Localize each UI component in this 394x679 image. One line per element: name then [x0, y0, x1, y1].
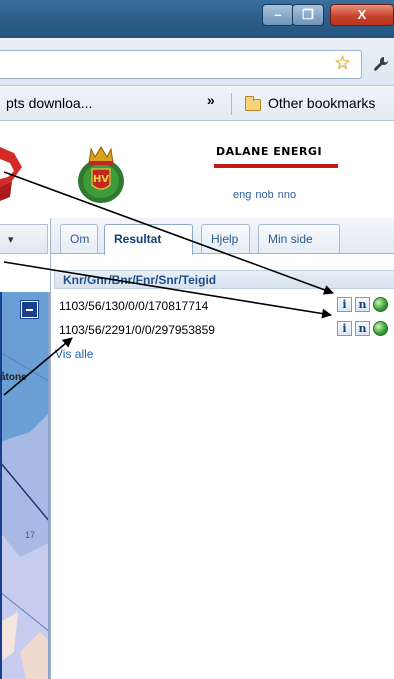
info-icon[interactable]: i: [337, 297, 352, 312]
globe-icon[interactable]: [373, 297, 388, 312]
globe-icon[interactable]: [373, 321, 388, 336]
bookmark-item[interactable]: pts downloa...: [6, 95, 92, 111]
collapse-icon[interactable]: [20, 300, 39, 319]
bookmarks-overflow-chevron[interactable]: »: [207, 92, 215, 108]
tab-bar: Om Resultat Hjelp Min side: [51, 218, 394, 255]
lang-link-nno[interactable]: nno: [278, 189, 296, 201]
bookmarks-bar: pts downloa... » Other bookmarks: [0, 87, 394, 121]
property-id: 1103/56/2291/0/0/297953859: [59, 323, 215, 337]
window-titlebar: – ❐ X: [0, 0, 394, 38]
close-button[interactable]: X: [330, 4, 394, 26]
brand-title: DALANE ENERGI: [216, 145, 323, 158]
content-panel: Om Resultat Hjelp Min side Knr/Gnr/Bnr/F…: [50, 218, 394, 679]
brand-underline: [214, 164, 338, 168]
maximize-button[interactable]: ❐: [292, 4, 324, 26]
map-background: [0, 292, 50, 679]
other-bookmarks-button[interactable]: Other bookmarks: [268, 95, 375, 111]
map-number-label: 17: [25, 530, 36, 540]
show-all-link[interactable]: Vis alle: [55, 347, 93, 361]
bookmark-star-icon[interactable]: ☆: [334, 52, 351, 75]
minimize-button[interactable]: –: [262, 4, 294, 26]
minimize-icon: –: [274, 7, 282, 22]
wrench-icon: [374, 57, 388, 71]
address-bar-row: ☆: [0, 38, 394, 86]
url-input[interactable]: [0, 50, 362, 79]
hv-emblem-icon: HV: [78, 146, 124, 203]
lang-link-nob[interactable]: nob: [255, 189, 273, 201]
coat-of-arms-fragment-icon: [0, 147, 22, 201]
emblem-text: HV: [93, 174, 109, 185]
property-id: 1103/56/130/0/0/170817714: [59, 299, 209, 313]
result-row: 1103/56/130/0/0/170817714 i n: [57, 297, 394, 315]
folder-icon: [245, 96, 261, 111]
result-row: 1103/56/2291/0/0/297953859 i n: [57, 321, 394, 339]
map-panel: ▾ åtone 17: [0, 218, 50, 679]
column-header-label: Knr/Gnr/Bnr/Fnr/Snr/Teigid: [63, 273, 217, 287]
tab-min-side[interactable]: Min side: [258, 224, 340, 253]
tab-resultat[interactable]: Resultat: [104, 224, 193, 255]
bookmarks-separator: [231, 93, 232, 115]
lang-link-eng[interactable]: eng: [233, 189, 251, 201]
n-icon[interactable]: n: [355, 321, 370, 336]
results-column-header: Knr/Gnr/Bnr/Fnr/Snr/Teigid: [54, 270, 394, 289]
wrench-menu-icon[interactable]: [372, 55, 390, 78]
chevron-down-icon: ▾: [8, 234, 14, 246]
n-icon[interactable]: n: [355, 297, 370, 312]
tab-hjelp[interactable]: Hjelp: [201, 224, 250, 253]
close-icon: X: [357, 7, 367, 22]
layer-dropdown[interactable]: ▾: [0, 224, 48, 254]
language-links: eng nob nno: [233, 189, 300, 201]
page-header: HV DALANE ENERGI eng nob nno: [0, 122, 394, 218]
info-icon[interactable]: i: [337, 321, 352, 336]
maximize-icon: ❐: [302, 7, 314, 22]
map-view[interactable]: [0, 292, 50, 679]
tab-om[interactable]: Om: [60, 224, 98, 253]
map-place-label: åtone: [0, 372, 27, 383]
